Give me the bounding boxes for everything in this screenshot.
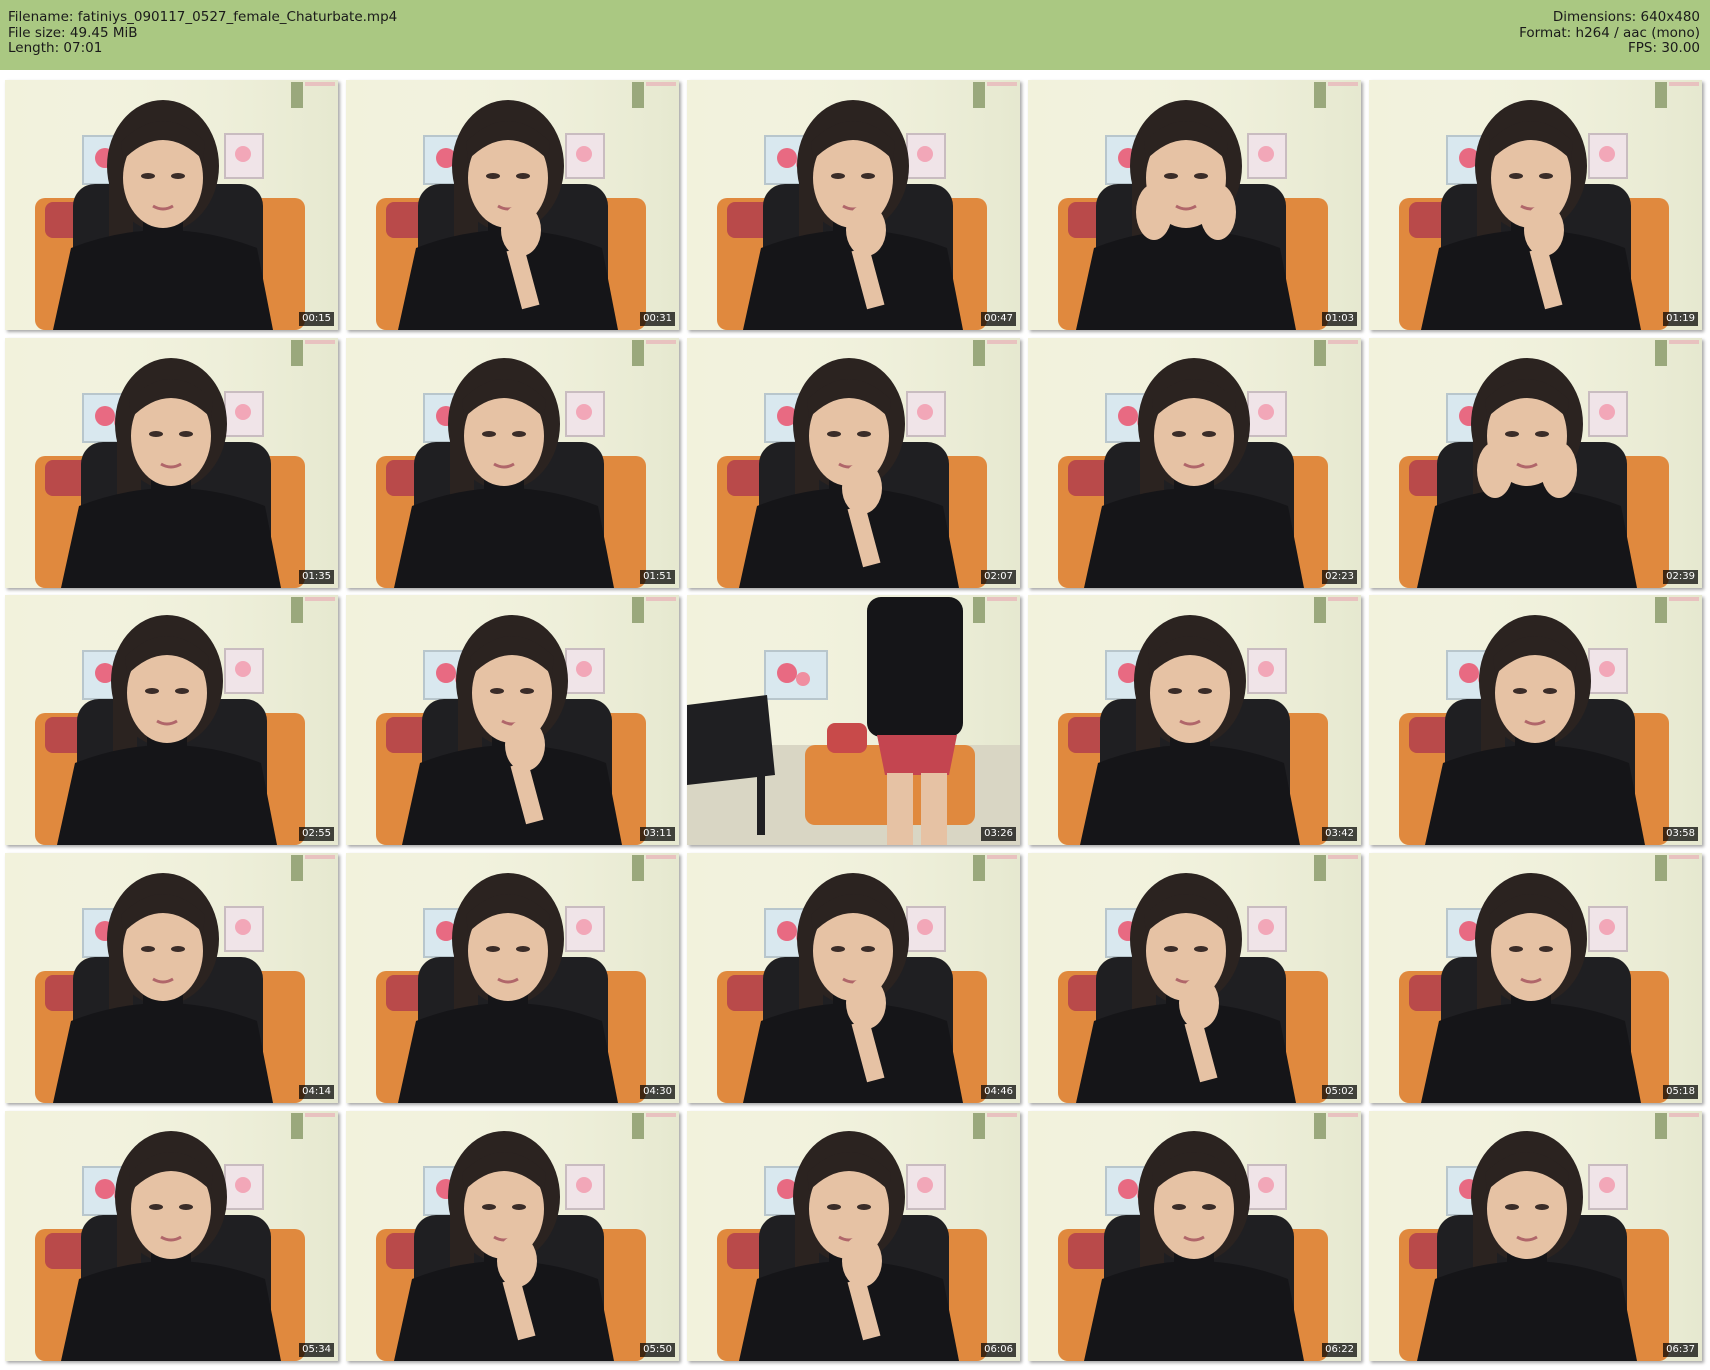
video-thumbnail[interactable]: 03:58 xyxy=(1369,595,1702,845)
thumbnail-timestamp: 02:39 xyxy=(1663,570,1698,584)
thumbnail-timestamp: 01:51 xyxy=(640,570,675,584)
video-thumbnail[interactable]: 04:30 xyxy=(346,853,679,1103)
video-thumbnail[interactable]: 05:50 xyxy=(346,1111,679,1361)
video-thumbnail[interactable]: 04:46 xyxy=(687,853,1020,1103)
video-thumbnail[interactable]: 02:55 xyxy=(5,595,338,845)
thumbnail-timestamp: 02:07 xyxy=(981,570,1016,584)
thumbnail-timestamp: 06:37 xyxy=(1663,1343,1698,1357)
thumbnail-timestamp: 02:23 xyxy=(1322,570,1357,584)
video-thumbnail[interactable]: 01:51 xyxy=(346,338,679,588)
video-thumbnail[interactable]: 01:19 xyxy=(1369,80,1702,330)
video-thumbnail[interactable]: 06:06 xyxy=(687,1111,1020,1361)
video-thumbnail[interactable]: 02:23 xyxy=(1028,338,1361,588)
video-thumbnail[interactable]: 00:31 xyxy=(346,80,679,330)
thumbnail-timestamp: 05:18 xyxy=(1663,1085,1698,1099)
thumbnail-timestamp: 01:03 xyxy=(1322,312,1357,326)
thumbnail-timestamp: 05:50 xyxy=(640,1343,675,1357)
thumbnail-timestamp: 00:47 xyxy=(981,312,1016,326)
thumbnail-timestamp: 04:30 xyxy=(640,1085,675,1099)
thumbnail-timestamp: 03:42 xyxy=(1322,827,1357,841)
video-thumbnail[interactable]: 02:07 xyxy=(687,338,1020,588)
thumbnail-timestamp: 02:55 xyxy=(299,827,334,841)
video-thumbnail[interactable]: 03:42 xyxy=(1028,595,1361,845)
video-thumbnail[interactable]: 06:37 xyxy=(1369,1111,1702,1361)
video-thumbnail[interactable]: 04:14 xyxy=(5,853,338,1103)
video-thumbnail[interactable]: 03:11 xyxy=(346,595,679,845)
thumbnail-timestamp: 03:58 xyxy=(1663,827,1698,841)
thumbnail-timestamp: 00:31 xyxy=(640,312,675,326)
video-thumbnail[interactable]: 00:15 xyxy=(5,80,338,330)
video-thumbnail[interactable]: 00:47 xyxy=(687,80,1020,330)
video-thumbnail[interactable]: 01:35 xyxy=(5,338,338,588)
thumbnail-timestamp: 04:14 xyxy=(299,1085,334,1099)
video-thumbnail[interactable]: 01:03 xyxy=(1028,80,1361,330)
thumbnail-timestamp: 03:11 xyxy=(640,827,675,841)
video-thumbnail[interactable]: 05:34 xyxy=(5,1111,338,1361)
thumbnail-timestamp: 06:06 xyxy=(981,1343,1016,1357)
thumbnail-timestamp: 05:34 xyxy=(299,1343,334,1357)
video-thumbnail[interactable]: 05:02 xyxy=(1028,853,1361,1103)
thumbnail-timestamp: 01:19 xyxy=(1663,312,1698,326)
thumbnail-timestamp: 05:02 xyxy=(1322,1085,1357,1099)
video-thumbnail[interactable]: 06:22 xyxy=(1028,1111,1361,1361)
video-thumbnail[interactable]: 05:18 xyxy=(1369,853,1702,1103)
video-thumbnail[interactable]: 03:26 xyxy=(687,595,1020,845)
video-thumbnail[interactable]: 02:39 xyxy=(1369,338,1702,588)
thumbnail-timestamp: 04:46 xyxy=(981,1085,1016,1099)
thumbnail-grid: 00:15 00:31 00:47 01:03 01:19 01:35 01:51 02:07… xyxy=(0,0,1710,1370)
thumbnail-timestamp: 03:26 xyxy=(981,827,1016,841)
thumbnail-timestamp: 06:22 xyxy=(1322,1343,1357,1357)
thumbnail-timestamp: 01:35 xyxy=(299,570,334,584)
thumbnail-timestamp: 00:15 xyxy=(299,312,334,326)
